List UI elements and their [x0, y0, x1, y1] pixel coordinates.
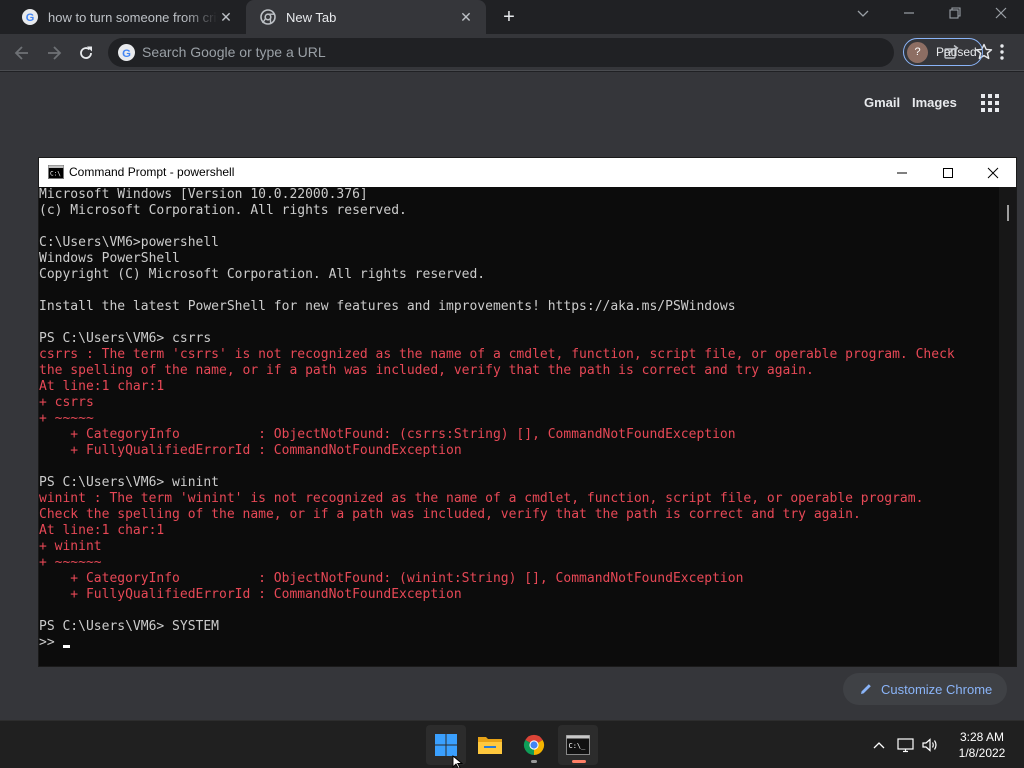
console-output[interactable]: Microsoft Windows [Version 10.0.22000.37…	[39, 187, 999, 666]
pencil-icon	[861, 684, 871, 694]
chevron-up-icon[interactable]	[868, 735, 890, 755]
tab-strip: G how to turn someone from cristian ✕ Ne…	[0, 0, 1024, 34]
tab-title: New Tab	[286, 9, 337, 25]
console-title-bar[interactable]: C:\ Command Prompt - powershell	[39, 158, 1016, 187]
console-line: PS C:\Users\VM6> SYSTEM	[39, 619, 220, 634]
console-line: PS C:\Users\VM6> winint	[39, 475, 220, 490]
tab-new-tab[interactable]: New Tab ✕	[246, 0, 486, 34]
chrome-favicon	[260, 9, 276, 25]
console-scrollbar[interactable]	[999, 187, 1016, 666]
console-error-line: winint : The term 'winint' is not recogn…	[39, 491, 924, 506]
browser-toolbar: G Search Google or type a URL ? Paused	[0, 34, 1024, 71]
running-indicator	[531, 760, 537, 763]
reload-icon[interactable]	[73, 40, 99, 66]
tab-title: how to turn someone from cristian	[48, 9, 218, 25]
console-prompt-line[interactable]: >>	[39, 635, 999, 651]
svg-text:C:\: C:\	[50, 171, 61, 178]
new-tab-button[interactable]: +	[498, 6, 520, 28]
command-prompt-icon: C:\	[48, 165, 64, 179]
command-prompt-window[interactable]: C:\ Command Prompt - powershell Microsof…	[38, 157, 1017, 667]
avatar: ?	[907, 41, 928, 63]
console-minimize-icon[interactable]	[879, 158, 925, 187]
console-error-line: + ~~~~~~	[39, 555, 102, 570]
customize-chrome-label: Customize Chrome	[881, 681, 993, 697]
console-error-line: + winint	[39, 539, 102, 554]
console-error-line: the spelling of the name, or if a path w…	[39, 363, 814, 378]
command-prompt-taskbar-button[interactable]: C:\_	[558, 725, 598, 765]
tab-close-icon[interactable]: ✕	[218, 9, 234, 26]
console-line: PS C:\Users\VM6> csrrs	[39, 331, 212, 346]
images-link[interactable]: Images	[912, 95, 957, 110]
profile-paused-button[interactable]: ? Paused	[903, 38, 983, 66]
google-favicon: G	[22, 9, 38, 25]
chrome-icon	[523, 734, 545, 756]
folder-icon	[478, 737, 502, 754]
clock-time: 3:28 AM	[959, 730, 1005, 744]
tab-close-icon[interactable]: ✕	[458, 9, 474, 26]
console-error-line: At line:1 char:1	[39, 523, 165, 538]
console-line: C:\Users\VM6>powershell	[39, 235, 220, 250]
address-bar-placeholder: Search Google or type a URL	[142, 44, 326, 60]
tab-search-icon[interactable]	[848, 4, 878, 26]
console-app-icon: C:\_	[566, 735, 590, 755]
active-indicator	[572, 760, 586, 763]
console-line: Install the latest PowerShell for new fe…	[39, 299, 736, 314]
console-line: (c) Microsoft Corporation. All rights re…	[39, 203, 407, 218]
console-error-line: Check the spelling of the name, or if a …	[39, 507, 861, 522]
console-title: Command Prompt - powershell	[69, 165, 235, 179]
forward-icon[interactable]	[41, 40, 67, 66]
console-line: Windows PowerShell	[39, 251, 180, 266]
console-scrollbar-thumb[interactable]	[1007, 205, 1009, 221]
console-error-line: + CategoryInfo : ObjectNotFound: (winint…	[39, 571, 744, 586]
network-icon[interactable]	[895, 735, 917, 755]
console-error-line: csrrs : The term 'csrrs' is not recogniz…	[39, 347, 955, 362]
console-error-line: + ~~~~~	[39, 411, 94, 426]
console-maximize-icon[interactable]	[925, 158, 971, 187]
console-error-line: At line:1 char:1	[39, 379, 165, 394]
system-clock[interactable]: 3:28 AM 1/8/2022	[952, 729, 1012, 761]
console-error-line: + CategoryInfo : ObjectNotFound: (csrrs:…	[39, 427, 736, 442]
svg-text:G: G	[26, 12, 35, 24]
close-window-icon[interactable]	[986, 4, 1016, 26]
volume-icon[interactable]	[919, 735, 941, 755]
clock-date: 1/8/2022	[958, 746, 1006, 760]
console-line: Copyright (C) Microsoft Corporation. All…	[39, 267, 486, 282]
mouse-cursor-icon	[452, 755, 464, 768]
chrome-taskbar-button[interactable]	[514, 725, 554, 765]
back-icon[interactable]	[9, 40, 35, 66]
console-line: Microsoft Windows [Version 10.0.22000.37…	[39, 187, 368, 202]
minimize-icon[interactable]	[894, 4, 924, 26]
svg-text:G: G	[122, 48, 131, 60]
console-error-line: + FullyQualifiedErrorId : CommandNotFoun…	[39, 587, 462, 602]
google-icon: G	[118, 44, 135, 61]
console-close-icon[interactable]	[970, 158, 1016, 187]
restore-icon[interactable]	[940, 4, 970, 26]
console-error-line: + csrrs	[39, 395, 94, 410]
tab-search-result[interactable]: G how to turn someone from cristian ✕	[8, 0, 246, 34]
address-bar[interactable]: G Search Google or type a URL	[108, 38, 993, 67]
profile-status: Paused	[936, 45, 977, 59]
text-cursor	[63, 645, 71, 648]
svg-text:C:\_: C:\_	[569, 742, 587, 750]
console-error-line: + FullyQualifiedErrorId : CommandNotFoun…	[39, 443, 462, 458]
google-apps-icon[interactable]	[981, 94, 999, 112]
windows-logo-icon	[435, 734, 457, 756]
taskbar: C:\_ 3:28 AM 1/8/2022	[0, 720, 1024, 768]
gmail-link[interactable]: Gmail	[864, 95, 900, 110]
console-prompt: >>	[39, 635, 63, 650]
file-explorer-taskbar-button[interactable]	[470, 725, 510, 765]
kebab-menu-icon[interactable]	[996, 43, 1008, 61]
customize-chrome-button[interactable]: Customize Chrome	[843, 673, 1007, 705]
